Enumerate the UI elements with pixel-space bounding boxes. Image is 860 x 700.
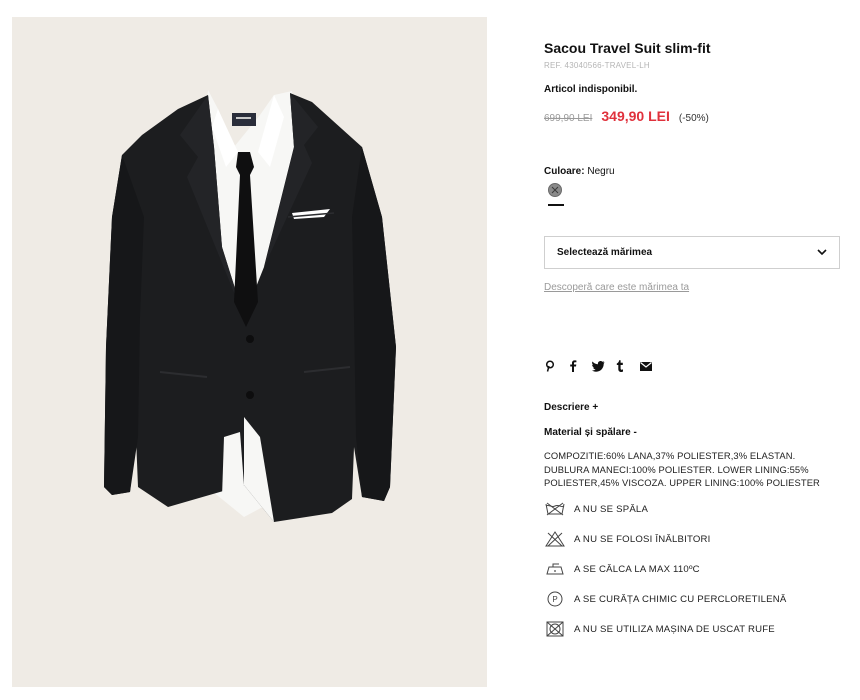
dry-clean-p-icon: P [544, 591, 566, 607]
discount-badge: (-50%) [678, 113, 709, 124]
jacket-illustration [104, 90, 396, 522]
iron-icon [544, 561, 566, 577]
color-value: Negru [587, 166, 615, 177]
sale-price: 349,90 LEI [601, 108, 670, 124]
email-icon[interactable] [640, 359, 664, 373]
care-item-no-bleach: A NU SE FOLOSI ÎNĂLBITORI [544, 531, 711, 547]
color-label: Culoare: [544, 166, 585, 177]
size-guide-link[interactable]: Descoperă care este mărimea ta [544, 282, 689, 293]
care-item-iron: A SE CĂLCA LA MAX 110ºC [544, 561, 700, 577]
size-select[interactable]: Selectează mărimea [544, 236, 840, 269]
composition-line: POLIESTER,45% VISCOZA. UPPER LINING:100%… [544, 477, 820, 488]
tumblr-icon[interactable] [616, 359, 640, 373]
price-block: 699,90 LEI 349,90 LEI (-50%) [544, 108, 709, 124]
social-share [544, 359, 664, 373]
no-tumble-dry-icon [544, 621, 566, 637]
old-price: 699,90 LEI [544, 113, 593, 124]
color-swatch-negru[interactable] [548, 183, 562, 197]
no-bleach-icon [544, 531, 566, 547]
composition-line: COMPOZITIE:60% LANA,37% POLIESTER,3% ELA… [544, 450, 796, 461]
size-select-label: Selectează mărimea [557, 247, 653, 258]
twitter-icon[interactable] [592, 359, 616, 373]
selected-swatch-indicator [548, 204, 564, 206]
care-text: A NU SE SPĂLA [574, 503, 649, 515]
care-text: A SE CURĂȚA CHIMIC CU PERCLORETILENĂ [574, 593, 787, 605]
care-text: A NU SE FOLOSI ÎNĂLBITORI [574, 533, 711, 545]
chevron-down-icon [817, 249, 827, 256]
product-image[interactable] [12, 17, 487, 687]
color-row: Culoare: Negru [544, 166, 615, 177]
no-wash-icon [544, 501, 566, 517]
material-toggle[interactable]: Material și spălare - [544, 427, 637, 438]
care-item-no-wash: A NU SE SPĂLA [544, 501, 648, 517]
availability-status: Articol indisponibil. [544, 84, 638, 95]
product-reference: REF. 43040566-TRAVEL-LH [544, 61, 650, 70]
unavailable-cross-icon [551, 186, 559, 194]
description-toggle[interactable]: Descriere + [544, 402, 598, 413]
svg-text:P: P [552, 595, 557, 604]
care-text: A SE CĂLCA LA MAX 110ºC [574, 563, 700, 575]
facebook-icon[interactable] [568, 359, 592, 373]
composition-line: DUBLURA MANECI:100% POLIESTER. LOWER LIN… [544, 463, 809, 475]
product-title: Sacou Travel Suit slim-fit [544, 40, 711, 56]
care-item-dry-clean: P A SE CURĂȚA CHIMIC CU PERCLORETILENĂ [544, 591, 786, 607]
care-item-no-tumble-dry: A NU SE UTILIZA MAȘINA DE USCAT RUFE [544, 621, 775, 637]
pinterest-icon[interactable] [544, 359, 568, 373]
care-text: A NU SE UTILIZA MAȘINA DE USCAT RUFE [574, 623, 775, 635]
composition-text: COMPOZITIE:60% LANA,37% POLIESTER,3% ELA… [544, 449, 844, 490]
